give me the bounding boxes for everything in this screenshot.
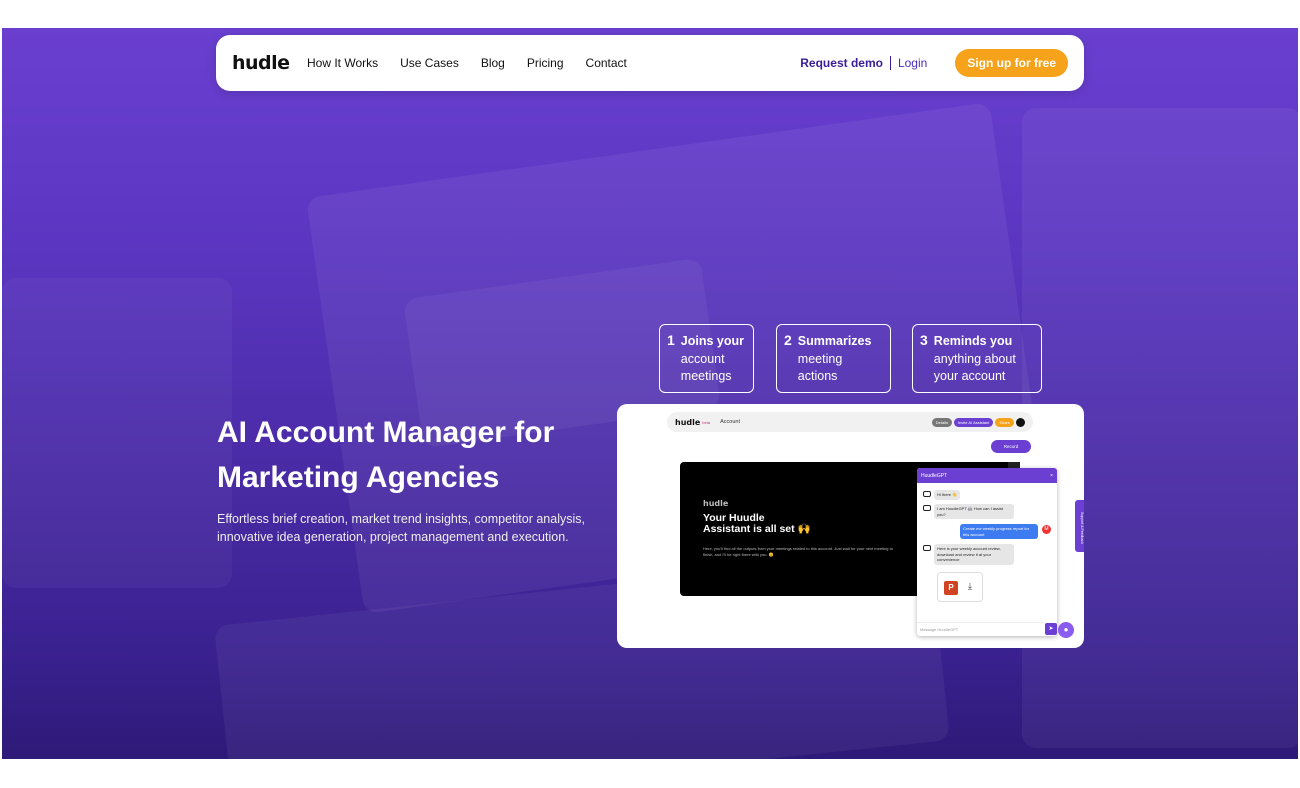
bot-icon: [923, 545, 931, 551]
signup-button[interactable]: Sign up for free: [955, 49, 1068, 77]
product-preview: hudle beta Account Details Invite AI Ass…: [617, 404, 1084, 648]
step-number: 1: [667, 332, 675, 348]
share-button[interactable]: Share: [995, 417, 1014, 427]
request-demo-link[interactable]: Request demo: [800, 56, 883, 70]
chat-message-bot: Here is your weekly account review, down…: [934, 544, 1014, 565]
step-card-1: 1 Joins your account meetings: [659, 324, 754, 393]
invite-ai-assistant-button[interactable]: Invite AI Assistant: [953, 417, 994, 427]
nav-link-use-cases[interactable]: Use Cases: [400, 56, 459, 70]
panel-logo: hudle: [703, 499, 729, 508]
download-icon[interactable]: ⤓: [968, 581, 972, 592]
record-button[interactable]: Record: [991, 440, 1031, 453]
step-card-3: 3 Reminds you anything about your accoun…: [912, 324, 1042, 393]
chat-message-user: Create me weekly progress report for thi…: [960, 524, 1038, 539]
user-avatar: M: [1042, 525, 1051, 534]
step-desc-2: meetings: [680, 369, 732, 383]
step-text: Joins your account meetings: [681, 332, 744, 392]
nav-link-pricing[interactable]: Pricing: [527, 56, 564, 70]
panel-body: Here, you'll find all the outputs from y…: [703, 546, 893, 557]
step-card-2: 2 Summarizes meeting actions: [776, 324, 891, 393]
hero-headline: AI Account Manager for Marketing Agencie…: [217, 410, 617, 500]
headline-line-2: Marketing Agencies: [217, 461, 500, 494]
headline-line-1: AI Account Manager for: [217, 416, 555, 449]
nav-link-blog[interactable]: Blog: [481, 56, 505, 70]
preview-topbar: hudle beta Account Details Invite AI Ass…: [667, 412, 1033, 432]
bot-icon: [923, 505, 931, 511]
chat-input[interactable]: Message HuudleGPT: [917, 622, 1043, 636]
logo[interactable]: hudle: [232, 52, 307, 74]
preview-logo: hudle: [675, 417, 701, 427]
nav-actions: Request demo Login Sign up for free: [800, 49, 1068, 77]
powerpoint-icon: P: [944, 581, 958, 595]
close-icon[interactable]: ×: [1050, 473, 1053, 479]
step-desc-2: your account: [933, 369, 1006, 383]
step-desc-1: meeting: [797, 351, 843, 366]
top-navbar: hudle How It Works Use Cases Blog Pricin…: [216, 35, 1084, 91]
support-feedback-tab[interactable]: Support & Feedback: [1075, 500, 1084, 552]
step-number: 2: [784, 332, 792, 348]
step-desc-1: anything about: [933, 351, 1016, 366]
step-text: Summarizes meeting actions: [798, 332, 872, 392]
send-icon[interactable]: ➤: [1045, 623, 1057, 635]
chat-message-bot: I am HuudleGPT 🤖 How can I assist you?: [934, 504, 1014, 519]
login-link[interactable]: Login: [898, 56, 927, 70]
nav-links: How It Works Use Cases Blog Pricing Cont…: [307, 56, 649, 70]
beta-badge: beta: [702, 419, 711, 425]
avatar[interactable]: [1016, 417, 1025, 427]
hero-subtext: Effortless brief creation, market trend …: [217, 512, 585, 544]
chat-message-bot: Hi there 👋: [934, 490, 961, 500]
chat-header: HuudleGPT ×: [917, 468, 1057, 483]
hero-section: [2, 28, 1298, 759]
nav-link-contact[interactable]: Contact: [586, 56, 627, 70]
step-title: Reminds you: [933, 334, 1013, 348]
divider: [889, 56, 891, 70]
step-title: Summarizes: [797, 334, 872, 348]
bot-icon: [923, 491, 931, 497]
panel-title-line-2: Assistant is all set 🙌: [703, 523, 811, 535]
preview-buttons: Details Invite AI Assistant Share: [931, 417, 1025, 427]
details-button[interactable]: Details: [931, 417, 952, 427]
nav-link-how-it-works[interactable]: How It Works: [307, 56, 378, 70]
background-ghost: [2, 278, 232, 588]
chat-bubble-icon[interactable]: ●: [1058, 622, 1074, 638]
step-number: 3: [920, 332, 928, 348]
panel-title: Your Huudle Assistant is all set 🙌: [703, 513, 811, 535]
chat-title: HuudleGPT: [921, 472, 948, 479]
preview-account-label: Account: [720, 419, 740, 425]
step-desc-1: account: [680, 351, 725, 366]
report-attachment[interactable]: P ⤓: [937, 572, 983, 602]
chat-window: HuudleGPT × Hi there 👋 I am HuudleGPT 🤖 …: [917, 468, 1057, 636]
step-text: Reminds you anything about your account: [934, 332, 1016, 392]
step-title: Joins your: [680, 334, 745, 348]
step-desc-2: actions: [797, 369, 838, 383]
